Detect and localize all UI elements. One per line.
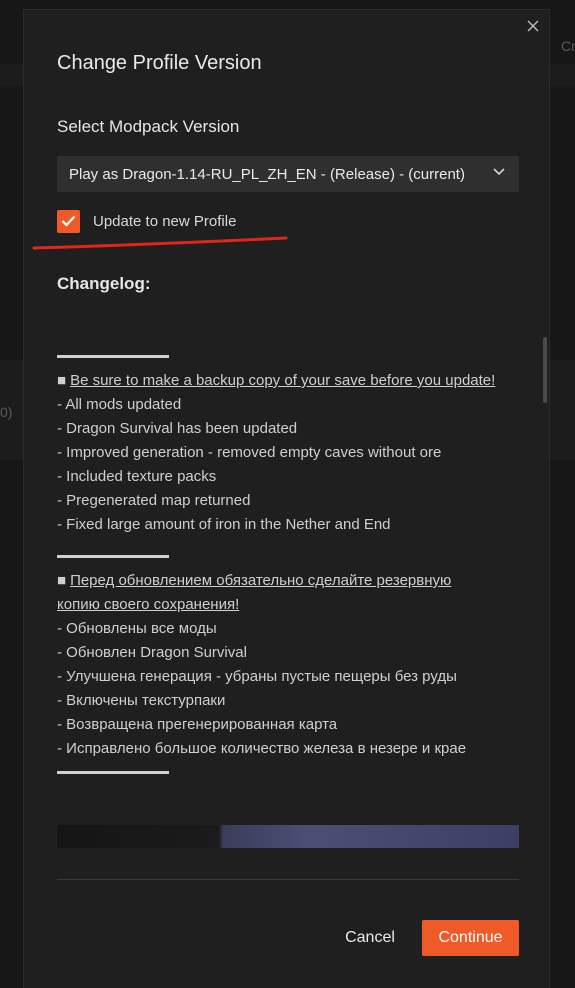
close-button[interactable] (523, 16, 543, 36)
changelog-item: - Dragon Survival has been updated (57, 420, 298, 437)
bullet-icon: ■ (57, 572, 67, 589)
changelog-backup-link-ru-cont[interactable]: копию своего сохранения! (57, 596, 239, 613)
cancel-button[interactable]: Cancel (330, 920, 410, 956)
changelog-item: - All mods updated (57, 396, 182, 413)
changelog-content: ■ Be sure to make a backup copy of your s… (57, 310, 519, 848)
changelog-item: - Обновлен Dragon Survival (57, 644, 247, 661)
changelog-item: - Исправлено большое количество железа в… (57, 740, 467, 757)
background-edge-text: Cr (561, 38, 575, 54)
changelog-item: - Обновлены все моды (57, 620, 217, 637)
modpack-version-label: Select Modpack Version (57, 117, 240, 136)
background-edge-text: 0) (0, 404, 13, 420)
checkmark-icon (61, 215, 76, 227)
changelog-backup-link-ru[interactable]: ■ Перед обновлением обязательно сделайте … (57, 572, 451, 589)
chevron-down-icon (493, 168, 505, 176)
modpack-version-select[interactable]: Play as Dragon-1.14-RU_PL_ZH_EN - (Relea… (57, 156, 519, 192)
change-profile-version-dialog: Change Profile Version Select Modpack Ve… (23, 9, 550, 988)
close-icon (527, 20, 539, 32)
update-profile-checkbox[interactable] (57, 209, 80, 233)
changelog-item: - Pregenerated map returned (57, 492, 251, 509)
changelog-preview-image (57, 825, 519, 848)
divider-rule (57, 555, 169, 558)
changelog-item: - Included texture packs (57, 468, 217, 485)
selected-version-value: Play as Dragon-1.14-RU_PL_ZH_EN - (Relea… (69, 165, 465, 183)
changelog-item: - Возвращена прегенерированная карта (57, 716, 338, 733)
update-profile-label: Update to new Profile (93, 212, 237, 230)
scrollbar-thumb[interactable] (543, 337, 547, 403)
annotation-underline (32, 236, 288, 250)
divider-rule (57, 771, 169, 774)
divider-rule (57, 355, 169, 358)
changelog-backup-link[interactable]: ■ Be sure to make a backup copy of your s… (57, 372, 495, 389)
changelog-item: - Улучшена генерация - убраны пустые пещ… (57, 668, 457, 685)
changelog-item: - Включены текстурпаки (57, 692, 226, 709)
changelog-label: Changelog: (57, 274, 151, 293)
bullet-icon: ■ (57, 372, 67, 389)
dialog-title: Change Profile Version (57, 52, 262, 74)
update-profile-checkbox-row[interactable]: Update to new Profile (57, 209, 236, 233)
changelog-item: - Improved generation - removed empty ca… (57, 444, 442, 461)
continue-button[interactable]: Continue (422, 920, 519, 956)
footer-divider (57, 879, 519, 880)
changelog-item: - Fixed large amount of iron in the Neth… (57, 516, 391, 533)
